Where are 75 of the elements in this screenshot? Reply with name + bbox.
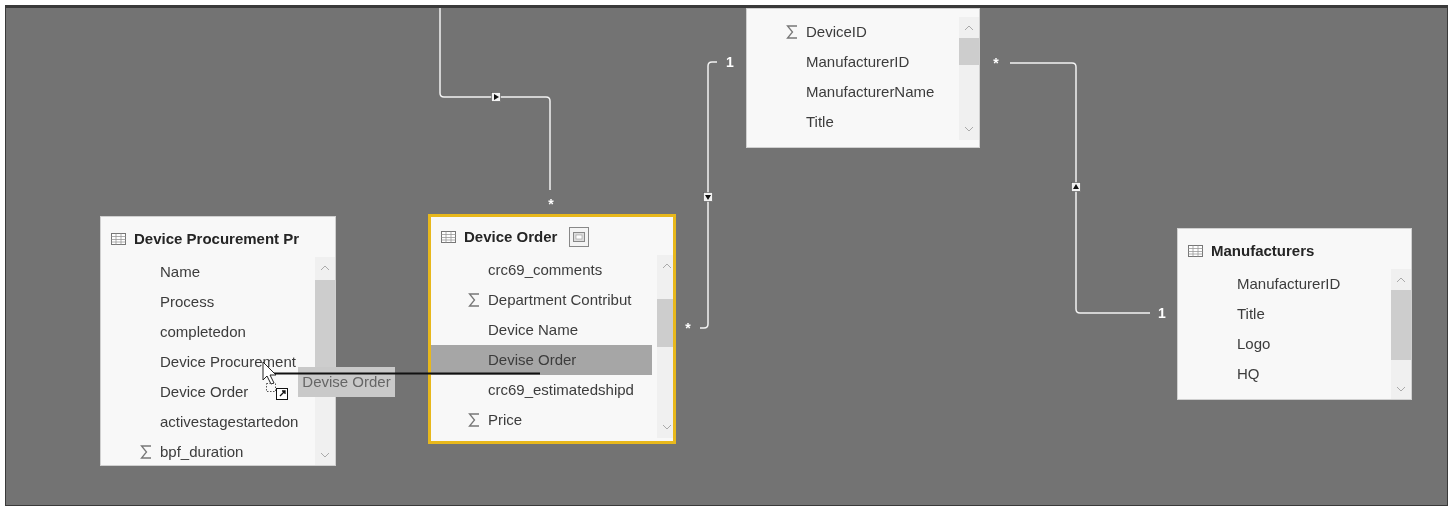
direction-arrow-icon [491,92,501,102]
field-name: Process [160,291,215,312]
field-row[interactable]: Title [749,107,956,137]
table-icon [1188,245,1203,257]
table-title: Device Order [464,226,558,247]
field-name: Department Contribut [488,289,632,310]
field-name: Devise Order [488,349,577,370]
cardinality-label: * [548,197,554,211]
chevron-up-icon [1396,277,1406,283]
field-row[interactable]: Price [431,405,652,435]
field-name: Price [488,409,523,430]
field-row[interactable]: bpf_duration [103,437,312,465]
chevron-down-icon [320,452,330,458]
field-name: completedon [160,321,246,342]
table-icon [111,233,126,245]
field-name: bpf_duration [160,441,244,462]
chevron-down-icon [662,424,672,430]
field-row[interactable]: HQ [1180,359,1388,389]
field-row[interactable]: crc69_comments [431,255,652,285]
field-name: Device Procurement [160,351,296,372]
field-name: ManufacturerID [806,51,910,72]
drag-tooltip: Devise Order [298,367,395,397]
field-row[interactable]: DeviceID [749,17,956,47]
field-row[interactable]: completedon [103,317,312,347]
scrollbar[interactable] [657,255,673,438]
field-row[interactable]: ManufacturerName [749,77,956,107]
cardinality-label: * [993,56,999,70]
table-title: Manufacturers [1211,240,1315,261]
scrollbar-thumb[interactable] [959,38,979,65]
field-name: Name [160,261,200,282]
field-row[interactable]: activestagestartedon [103,407,312,437]
cardinality-label: 1 [726,55,734,69]
direction-arrow-icon [703,192,713,202]
field-row[interactable]: ManufacturerID [749,47,956,77]
field-name: Title [806,111,834,132]
direction-arrow-icon [1071,182,1081,192]
table-card[interactable]: Manufacturers ManufacturerID Title Logo HQ [1177,228,1412,400]
scrollbar-thumb[interactable] [657,299,673,347]
field-row[interactable]: Department Contribut [431,285,652,315]
field-row[interactable]: Process [103,287,312,317]
table-card[interactable]: Device Order crc69_comments Department Contribut Device Name Devise Order crc69_estimatedshipd Price [428,214,676,444]
field-name: crc69_estimatedshipd [488,379,634,400]
cardinality-label: 1 [1158,306,1166,320]
field-name: Device Name [488,319,579,340]
relationship-line[interactable] [1009,62,1151,314]
hidden-fields-icon [569,227,590,247]
scrollbar[interactable] [959,17,979,140]
chevron-down-icon [1396,386,1406,392]
field-row[interactable]: Devise Order [431,345,652,375]
cardinality-label: * [685,321,691,335]
field-name: Logo [1237,333,1271,354]
field-row[interactable]: Title [1180,299,1388,329]
field-row[interactable]: Device Name [431,315,652,345]
field-name: HQ [1237,363,1260,384]
relationship-line[interactable] [439,8,551,191]
field-row[interactable]: Name [103,257,312,287]
field-name: ManufacturerID [1237,273,1341,294]
chevron-up-icon [964,25,974,31]
field-name: DeviceID [806,21,867,42]
field-row[interactable]: ManufacturerID [1180,269,1388,299]
chevron-up-icon [662,263,672,269]
scrollbar-thumb[interactable] [1391,290,1411,360]
field-row[interactable]: crc69_estimatedshipd [431,375,652,405]
relationship-line[interactable] [699,61,718,329]
table-title: Device Procurement Pr [134,228,300,249]
table-card[interactable]: DeviceID ManufacturerID ManufacturerName Title [746,8,980,148]
field-row[interactable]: Logo [1180,329,1388,359]
field-name: Title [1237,303,1265,324]
field-name: activestagestartedon [160,411,299,432]
scrollbar[interactable] [1391,269,1411,399]
field-name: ManufacturerName [806,81,935,102]
field-name: crc69_comments [488,259,603,280]
chevron-down-icon [964,126,974,132]
chevron-up-icon [320,265,330,271]
table-icon [441,231,456,243]
